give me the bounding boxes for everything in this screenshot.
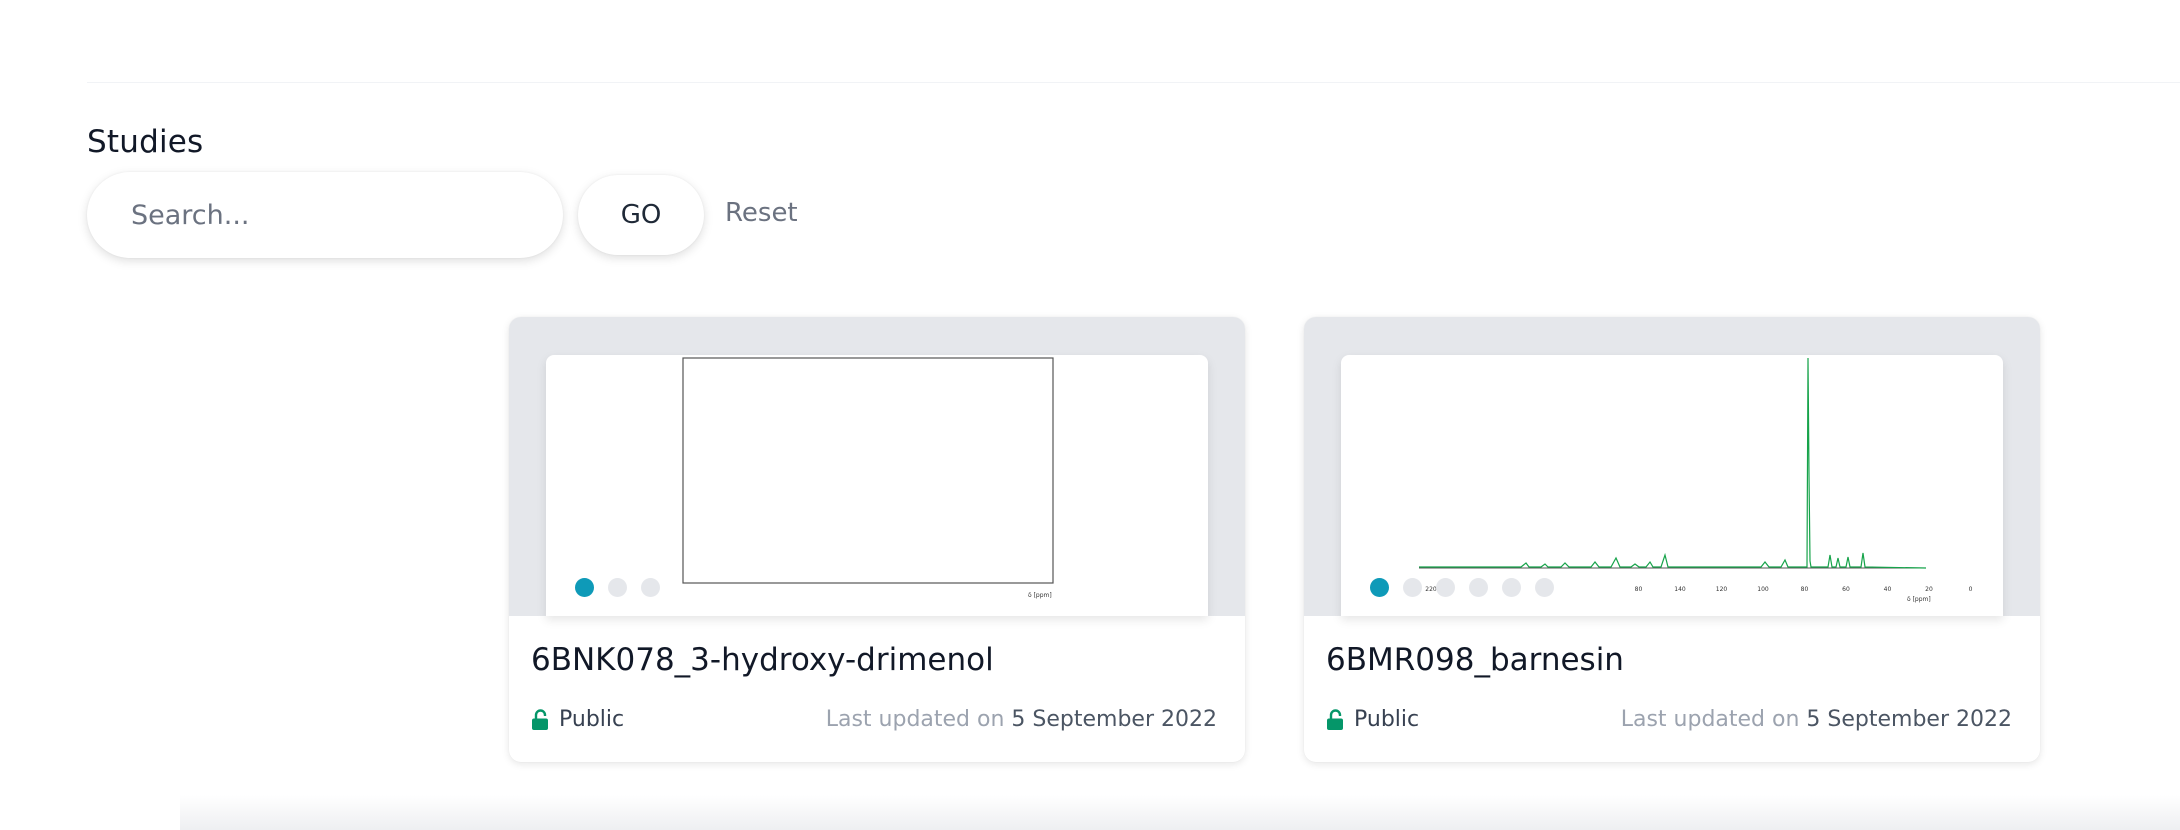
axis-label: δ [ppm] bbox=[1907, 596, 1931, 603]
visibility-label: Public bbox=[559, 707, 625, 732]
card-title[interactable]: 6BNK078_3-hydroxy-drimenol bbox=[531, 642, 994, 678]
card-media: δ [ppm] 220280140120100806040200 bbox=[1304, 317, 2040, 616]
spectrum-preview: δ [ppm] 220280140120100806040200 bbox=[1341, 355, 2003, 616]
search-input[interactable] bbox=[87, 172, 563, 258]
axis-label: δ [ppm] bbox=[1028, 592, 1052, 599]
card-footer: Public Last updated on 5 September 2022 bbox=[531, 707, 1217, 739]
tick-label: 0 bbox=[1969, 586, 1973, 593]
last-updated: Last updated on 5 September 2022 bbox=[826, 707, 1217, 732]
carousel-dot[interactable] bbox=[575, 578, 594, 597]
go-button[interactable]: GO bbox=[578, 175, 704, 255]
updated-date: 5 September 2022 bbox=[1806, 707, 2012, 732]
updated-prefix: Last updated on bbox=[825, 707, 1005, 732]
carousel-dot[interactable] bbox=[1403, 578, 1422, 597]
carousel-dot[interactable] bbox=[1502, 578, 1521, 597]
tick-label: 120 bbox=[1716, 586, 1728, 593]
section-title: Studies bbox=[87, 124, 204, 160]
tick-label: 20 bbox=[1925, 586, 1933, 593]
card-footer: Public Last updated on 5 September 2022 bbox=[1326, 707, 2012, 739]
visibility-label: Public bbox=[1354, 707, 1420, 732]
carousel-dot[interactable] bbox=[641, 578, 660, 597]
updated-prefix: Last updated on bbox=[1620, 707, 1800, 732]
spectrum-image: δ [ppm] 220280140120100806040200 bbox=[1419, 357, 1973, 603]
tick-label: 40 bbox=[1884, 586, 1892, 593]
study-card[interactable]: δ [ppm] 6BNK078_3-hydroxy-drimenol Publi… bbox=[509, 317, 1245, 762]
bottom-fade bbox=[180, 795, 2180, 830]
spectrum-preview: δ [ppm] bbox=[546, 355, 1208, 616]
carousel-dot[interactable] bbox=[1436, 578, 1455, 597]
card-media: δ [ppm] bbox=[509, 317, 1245, 616]
study-card[interactable]: δ [ppm] 220280140120100806040200 6BMR098… bbox=[1304, 317, 2040, 762]
reset-link[interactable]: Reset bbox=[725, 198, 798, 228]
tick-label: 100 bbox=[1757, 586, 1769, 593]
carousel-dot[interactable] bbox=[608, 578, 627, 597]
top-divider bbox=[87, 82, 2180, 83]
visibility-status: Public bbox=[531, 707, 624, 732]
unlock-icon bbox=[1327, 708, 1343, 730]
tick-label: 60 bbox=[1842, 586, 1850, 593]
card-title[interactable]: 6BMR098_barnesin bbox=[1326, 642, 1624, 678]
carousel-dot[interactable] bbox=[1535, 578, 1554, 597]
last-updated: Last updated on 5 September 2022 bbox=[1621, 707, 2012, 732]
updated-date: 5 September 2022 bbox=[1011, 707, 1217, 732]
visibility-status: Public bbox=[1326, 707, 1419, 732]
carousel-dots bbox=[575, 578, 660, 597]
unlock-icon bbox=[532, 708, 548, 730]
carousel-dots bbox=[1370, 578, 1554, 597]
carousel-dot[interactable] bbox=[1370, 578, 1389, 597]
spectrum-image: δ [ppm] bbox=[682, 357, 1054, 599]
carousel-dot[interactable] bbox=[1469, 578, 1488, 597]
tick-label: 80 bbox=[1635, 586, 1643, 593]
tick-label: 80 bbox=[1801, 586, 1809, 593]
tick-label: 140 bbox=[1674, 586, 1686, 593]
